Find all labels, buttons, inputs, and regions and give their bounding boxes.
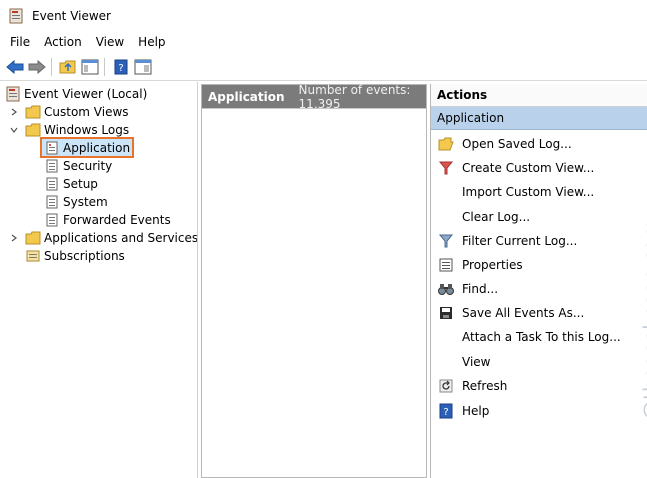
menu-bar: File Action View Help <box>0 31 647 53</box>
log-icon <box>44 176 60 192</box>
action-label: Find... <box>462 282 499 296</box>
subscriptions-icon <box>25 248 41 264</box>
folder-icon <box>25 122 41 138</box>
action-import-custom-view[interactable]: Import Custom View... <box>431 180 647 204</box>
chevron-right-icon[interactable] <box>8 232 20 244</box>
results-pane: Application Number of events: 11,395 <box>201 82 427 478</box>
tree-item-application[interactable]: Application <box>40 137 135 158</box>
menu-file[interactable]: File <box>3 35 37 49</box>
actions-section-application[interactable]: Application <box>431 107 647 130</box>
toolbar: ? <box>0 53 647 81</box>
tree-label: System <box>63 195 108 209</box>
action-clear-log[interactable]: Clear Log... <box>431 205 647 229</box>
filter-star-icon <box>438 160 454 176</box>
refresh-icon <box>438 378 454 394</box>
action-open-saved-log[interactable]: Open Saved Log... <box>431 132 647 156</box>
action-label: Open Saved Log... <box>462 137 572 151</box>
tree-label: Event Viewer (Local) <box>24 87 148 101</box>
event-viewer-icon <box>5 86 21 102</box>
menu-help[interactable]: Help <box>131 35 172 49</box>
tree-item-subscriptions[interactable]: Subscriptions <box>25 247 125 265</box>
actions-header: Actions <box>431 84 647 107</box>
tree-item-event-viewer-local[interactable]: Event Viewer (Local) <box>5 85 147 103</box>
action-label: Refresh <box>462 379 508 393</box>
tree-item-applications-and-services[interactable]: Applications and Services Lo <box>8 229 198 247</box>
blank-icon <box>438 354 454 370</box>
tree-label: Windows Logs <box>44 123 130 137</box>
forward-arrow-icon[interactable] <box>27 57 47 77</box>
results-header: Application Number of events: 11,395 <box>202 82 426 111</box>
action-label: Properties <box>462 258 523 272</box>
show-hide-tree-icon[interactable] <box>80 57 100 77</box>
tree-label: Custom Views <box>44 105 129 119</box>
folder-icon <box>25 104 41 120</box>
tree-label: Applications and Services Lo <box>44 231 198 245</box>
binoculars-icon <box>438 281 454 297</box>
event-viewer-app-icon <box>9 8 23 24</box>
back-arrow-icon[interactable] <box>5 57 25 77</box>
show-hide-action-pane-icon[interactable] <box>133 57 153 77</box>
menu-action[interactable]: Action <box>37 35 89 49</box>
help-book-icon: ? <box>438 403 454 419</box>
console-tree: Event Viewer (Local) Custom Views Window… <box>0 82 198 478</box>
chevron-right-icon[interactable] <box>8 106 20 118</box>
action-label: Import Custom View... <box>462 185 595 199</box>
properties-icon <box>438 257 454 273</box>
event-count: Number of events: 11,395 <box>298 82 411 111</box>
watermark: @thegeekpage.com <box>609 219 647 435</box>
tree-label: Forwarded Events <box>63 213 171 227</box>
log-icon <box>44 158 60 174</box>
tree-item-setup[interactable]: Setup <box>44 175 98 193</box>
action-create-custom-view[interactable]: Create Custom View... <box>431 156 647 180</box>
application-log-icon <box>44 140 60 156</box>
title-bar: Event Viewer <box>0 0 647 31</box>
save-disk-icon <box>438 305 454 321</box>
up-folder-icon[interactable] <box>58 57 78 77</box>
action-label: Attach a Task To this Log... <box>462 330 621 344</box>
tree-item-forwarded-events[interactable]: Forwarded Events <box>44 211 171 229</box>
watermark-text: @thegeekpage.com <box>639 219 647 420</box>
filter-icon <box>438 233 454 249</box>
folder-icon <box>25 230 41 246</box>
svg-text:?: ? <box>443 407 448 418</box>
chevron-down-icon[interactable] <box>8 124 20 136</box>
help-book-icon[interactable]: ? <box>111 57 131 77</box>
tree-label: Subscriptions <box>44 249 125 263</box>
menu-view[interactable]: View <box>89 35 131 49</box>
tree-item-security[interactable]: Security <box>44 157 112 175</box>
action-label: Filter Current Log... <box>462 234 578 248</box>
action-label: Save All Events As... <box>462 306 585 320</box>
blank-icon <box>438 184 454 200</box>
toolbar-separator <box>104 57 105 76</box>
results-title: Application <box>208 89 285 104</box>
blank-icon <box>438 329 454 345</box>
action-label: Clear Log... <box>462 210 531 224</box>
open-folder-icon <box>438 136 454 152</box>
tree-label: Application <box>63 140 131 155</box>
action-label: Create Custom View... <box>462 161 595 175</box>
log-icon <box>44 212 60 228</box>
tree-label: Setup <box>63 177 98 191</box>
blank-icon <box>438 209 454 225</box>
toolbar-separator <box>51 57 52 76</box>
event-list[interactable] <box>202 108 426 477</box>
action-label: View <box>462 355 491 369</box>
tree-item-custom-views[interactable]: Custom Views <box>8 103 129 121</box>
svg-text:?: ? <box>118 63 123 74</box>
tree-label: Security <box>63 159 113 173</box>
log-icon <box>44 194 60 210</box>
window-title: Event Viewer <box>32 8 111 23</box>
action-label: Help <box>462 404 490 418</box>
tree-item-system[interactable]: System <box>44 193 108 211</box>
